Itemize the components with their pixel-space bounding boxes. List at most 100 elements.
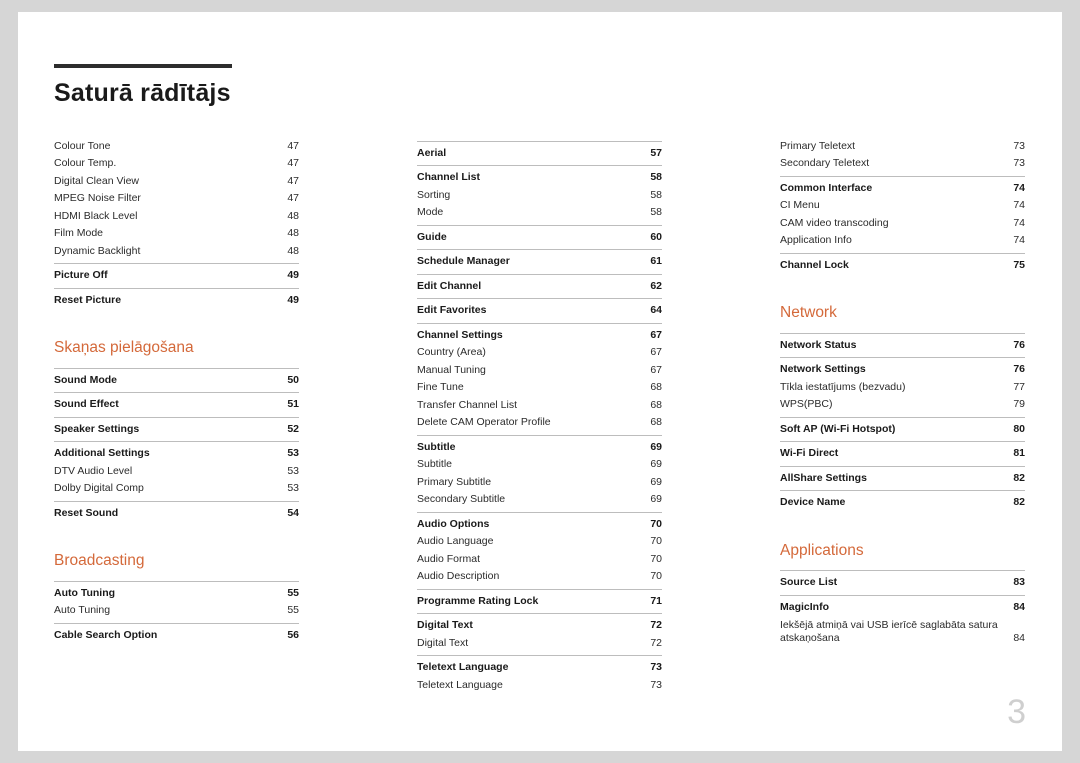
toc-column-1: Colour Tone 47 Colour Temp. 47 Digital Clean…	[54, 138, 299, 695]
toc-entry[interactable]: Mode 58	[417, 204, 662, 222]
toc-entry[interactable]: Soft AP (Wi-Fi Hotspot) 80	[780, 416, 1025, 439]
toc-entry[interactable]: DTV Audio Level 53	[54, 463, 299, 481]
toc-entry[interactable]: Common Interface 74	[780, 175, 1025, 198]
toc-entry-label: Audio Description	[417, 570, 500, 582]
toc-group: Auto Tuning 55 Auto Tuning 55 Cable Search O…	[54, 580, 299, 645]
toc-entry-label: Colour Tone	[54, 139, 111, 152]
toc-entry[interactable]: Edit Favorites 64	[417, 298, 662, 320]
toc-entry-page-number: 73	[1013, 157, 1025, 169]
toc-entry[interactable]: Channel Settings 67	[417, 322, 662, 345]
toc-entry[interactable]: CI Menu 74	[780, 197, 1025, 215]
toc-entry[interactable]: Schedule Manager 61	[417, 249, 662, 271]
toc-entry-page-number: 52	[287, 422, 299, 435]
toc-entry-label: Picture Off	[54, 269, 108, 281]
toc-entry-page-number: 51	[287, 398, 299, 411]
toc-entry-page-number: 68	[650, 381, 662, 393]
toc-entry-label: Soft AP (Wi-Fi Hotspot)	[780, 422, 896, 435]
toc-entry-label: Edit Favorites	[417, 304, 487, 316]
toc-entry-page-number: 77	[1013, 380, 1025, 393]
toc-entry[interactable]: Colour Tone 47	[54, 138, 299, 156]
toc-entry-label: Reset Sound	[54, 506, 119, 519]
toc-entry[interactable]: Iekšējā atmiņā vai USB ierīcē saglabāta …	[780, 616, 1025, 648]
toc-entry-label: Cable Search Option	[54, 628, 158, 641]
toc-entry[interactable]: MPEG Noise Filter 47	[54, 190, 299, 208]
toc-entry[interactable]: Colour Temp. 47	[54, 155, 299, 173]
toc-entry[interactable]: Tīkla iestatījums (bezvadu) 77	[780, 379, 1025, 397]
toc-entry[interactable]: Delete CAM Operator Profile 68	[417, 414, 662, 432]
toc-entry[interactable]: WPS(PBC) 79	[780, 396, 1025, 414]
toc-entry[interactable]: MagicInfo 84	[780, 594, 1025, 617]
toc-entry-page-number: 74	[1013, 234, 1025, 246]
toc-entry[interactable]: Teletext Language 73	[417, 655, 662, 677]
toc-entry[interactable]: Secondary Teletext 73	[780, 155, 1025, 173]
toc-entry[interactable]: Reset Sound 54	[54, 500, 299, 523]
toc-entry[interactable]: Transfer Channel List 68	[417, 397, 662, 415]
toc-entry-page-number: 47	[287, 192, 299, 204]
toc-entry[interactable]: Application Info 74	[780, 232, 1025, 250]
toc-entry[interactable]: Reset Picture 49	[54, 287, 299, 310]
toc-entry-page-number: 74	[1013, 199, 1025, 211]
toc-entry[interactable]: Additional Settings 53	[54, 441, 299, 463]
toc-entry[interactable]: AllShare Settings 82	[780, 465, 1025, 488]
toc-entry[interactable]: Channel List 58	[417, 165, 662, 187]
toc-entry[interactable]: Sound Effect 51	[54, 392, 299, 414]
toc-entry[interactable]: Audio Format 70	[417, 551, 662, 569]
section-heading: Skaņas pielāgošana	[54, 339, 194, 356]
toc-group: Network Status 76 Network Settings 76 Tīkla …	[780, 332, 1025, 512]
toc-entry-label: CAM video transcoding	[780, 216, 889, 229]
toc-entry[interactable]: Sorting 58	[417, 187, 662, 205]
toc-entry[interactable]: Auto Tuning 55	[54, 602, 299, 620]
toc-entry[interactable]: Film Mode 48	[54, 225, 299, 243]
toc-entry[interactable]: Wi-Fi Direct 81	[780, 441, 1025, 463]
toc-entry[interactable]: Channel Lock 75	[780, 252, 1025, 275]
toc-entry-page-number: 47	[287, 139, 299, 152]
toc-entry-page-number: 72	[650, 619, 662, 631]
toc-entry[interactable]: Speaker Settings 52	[54, 416, 299, 439]
toc-entry[interactable]: Guide 60	[417, 224, 662, 247]
toc-entry[interactable]: Subtitle 69	[417, 434, 662, 457]
toc-entry-label: DTV Audio Level	[54, 464, 133, 477]
toc-entry[interactable]: Auto Tuning 55	[54, 580, 299, 603]
toc-entry[interactable]: Picture Off 49	[54, 263, 299, 285]
toc-entry[interactable]: Dynamic Backlight 48	[54, 243, 299, 261]
toc-entry[interactable]: Country (Area) 67	[417, 344, 662, 362]
toc-entry[interactable]: Primary Teletext 73	[780, 138, 1025, 156]
toc-entry-label: Channel List	[417, 171, 481, 183]
toc-entry-page-number: 83	[1013, 576, 1025, 589]
toc-entry[interactable]: Source List 83	[780, 570, 1025, 592]
toc-entry[interactable]: Digital Text 72	[417, 613, 662, 635]
toc-entry[interactable]: HDMI Black Level 48	[54, 208, 299, 226]
toc-entry-page-number: 57	[650, 146, 662, 159]
toc-entry-page-number: 84	[1013, 600, 1025, 613]
toc-entry[interactable]: Fine Tune 68	[417, 379, 662, 397]
toc-entry[interactable]: Edit Channel 62	[417, 273, 662, 296]
toc-entry-label: Sound Mode	[54, 373, 117, 386]
toc-entry-page-number: 68	[650, 416, 662, 428]
toc-entry[interactable]: Audio Options 70	[417, 511, 662, 534]
toc-entry[interactable]: Subtitle 69	[417, 456, 662, 474]
toc-entry[interactable]: Manual Tuning 67	[417, 362, 662, 380]
toc-entry[interactable]: Teletext Language 73	[417, 677, 662, 695]
toc-entry-label: Tīkla iestatījums (bezvadu)	[780, 380, 906, 393]
toc-entry[interactable]: Device Name 82	[780, 490, 1025, 512]
toc-entry[interactable]: Audio Description 70	[417, 568, 662, 586]
toc-entry-label: Auto Tuning	[54, 586, 116, 599]
toc-entry-page-number: 48	[287, 209, 299, 222]
toc-entry[interactable]: Network Status 76	[780, 332, 1025, 355]
toc-entry[interactable]: Secondary Subtitle 69	[417, 491, 662, 509]
toc-entry[interactable]: Digital Text 72	[417, 635, 662, 653]
toc-entry[interactable]: Sound Mode 50	[54, 367, 299, 390]
toc-entry[interactable]: Digital Clean View 47	[54, 173, 299, 191]
toc-entry-page-number: 81	[1013, 447, 1025, 460]
toc-entry[interactable]: Programme Rating Lock 71	[417, 588, 662, 611]
toc-entry[interactable]: Aerial 57	[417, 140, 662, 163]
toc-entry[interactable]: Audio Language 70	[417, 533, 662, 551]
toc-entry[interactable]: CAM video transcoding 74	[780, 215, 1025, 233]
toc-entry-page-number: 73	[650, 661, 662, 673]
toc-entry[interactable]: Network Settings 76	[780, 357, 1025, 379]
toc-entry-page-number: 56	[287, 628, 299, 641]
toc-group: Sound Mode 50 Sound Effect 51 Speaker Settin…	[54, 367, 299, 523]
toc-entry[interactable]: Dolby Digital Comp 53	[54, 480, 299, 498]
toc-entry[interactable]: Primary Subtitle 69	[417, 474, 662, 492]
toc-entry[interactable]: Cable Search Option 56	[54, 622, 299, 645]
